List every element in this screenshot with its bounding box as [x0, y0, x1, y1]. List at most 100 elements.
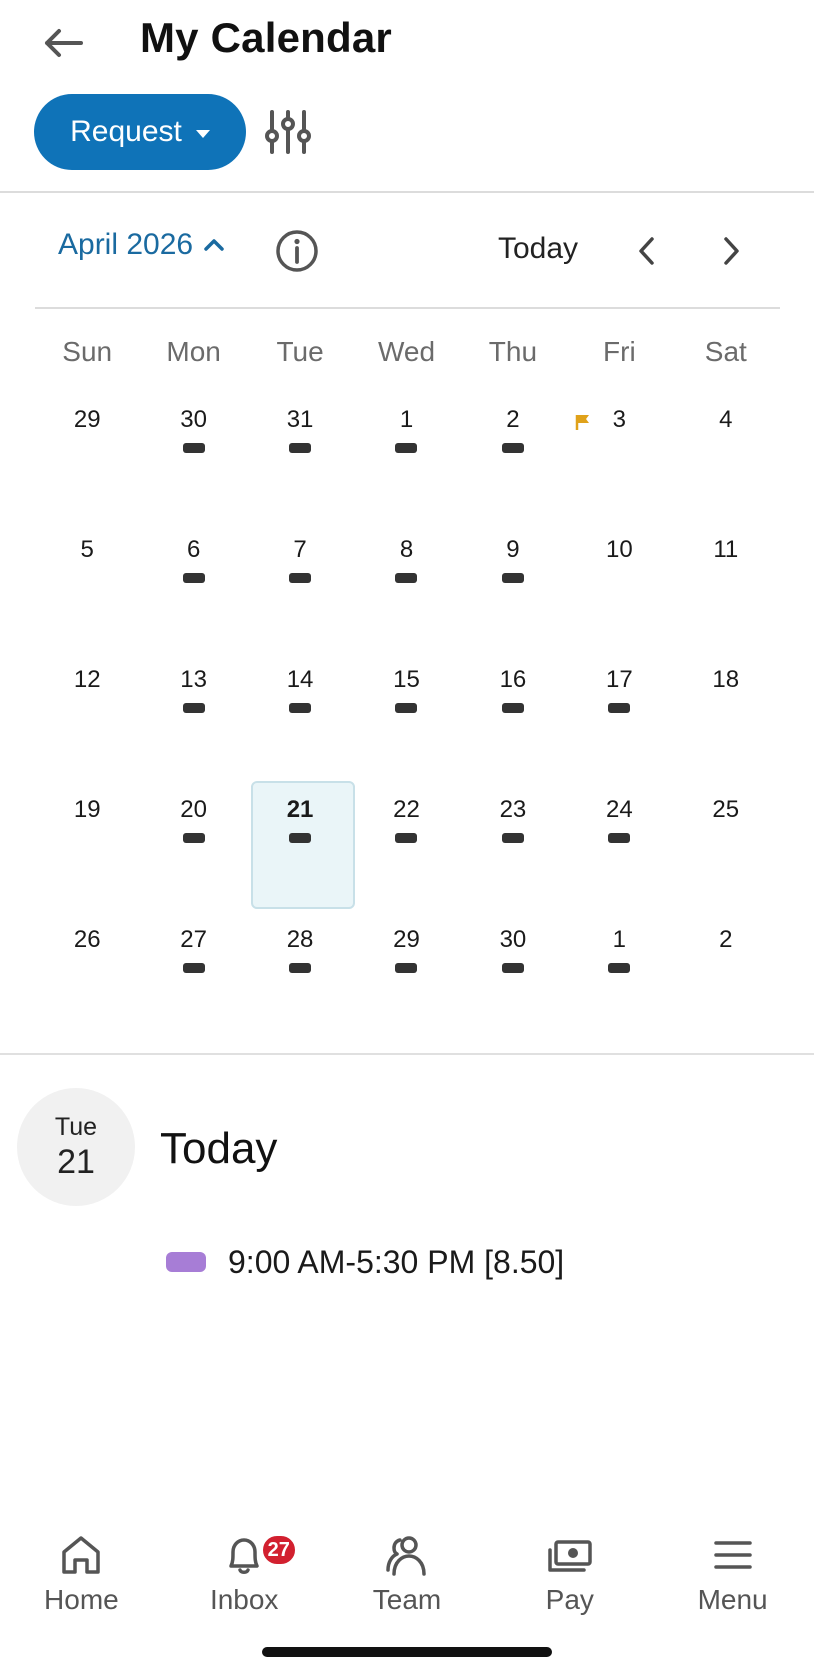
nav-team-label: Team — [372, 1584, 442, 1615]
inbox-unread-badge: 27 — [260, 1534, 297, 1566]
calendar-day-number: 29 — [393, 926, 420, 953]
home-icon — [62, 1536, 101, 1574]
weekday-label: Mon — [166, 336, 221, 367]
calendar-day-number: 21 — [286, 796, 314, 823]
arrow-left-icon — [45, 29, 83, 57]
weekday-label: Sat — [704, 336, 747, 367]
shift-entry[interactable]: 9:00 AM-5:30 PM [8.50] — [166, 1242, 564, 1282]
calendar-day-number: 3 — [612, 406, 627, 433]
calendar-day[interactable]: 16 — [460, 653, 566, 783]
calendar-day[interactable]: 28 — [247, 913, 353, 1043]
calendar-day[interactable]: 3 — [566, 393, 672, 523]
calendar-day[interactable]: 8 — [353, 523, 459, 653]
info-icon — [276, 230, 318, 272]
calendar-day[interactable]: 20 — [140, 783, 246, 913]
nav-pay[interactable]: Pay — [488, 1520, 651, 1630]
calendar-day[interactable]: 17 — [566, 653, 672, 783]
nav-menu[interactable]: Menu — [651, 1520, 814, 1630]
calendar-day[interactable]: 29 — [34, 393, 140, 523]
calendar-day-number: 2 — [506, 406, 520, 433]
calendar-day[interactable]: 1 — [566, 913, 672, 1043]
calendar-day[interactable]: 22 — [353, 783, 459, 913]
calendar-day[interactable]: 25 — [673, 783, 779, 913]
calendar-day[interactable]: 26 — [34, 913, 140, 1043]
shift-marker — [182, 833, 205, 843]
selected-date-heading: Today — [160, 1124, 278, 1173]
calendar-day-number: 17 — [606, 666, 633, 693]
calendar-day[interactable]: 11 — [673, 523, 779, 653]
nav-menu-label: Menu — [697, 1584, 768, 1615]
nav-team[interactable]: Team — [326, 1520, 489, 1630]
calendar-day-number: 6 — [186, 536, 201, 563]
month-picker-toggle[interactable]: April 2026 — [58, 228, 225, 262]
calendar-day[interactable]: 15 — [353, 653, 459, 783]
calendar-day[interactable]: 6 — [140, 523, 246, 653]
shift-marker — [395, 963, 418, 973]
calendar-day-number: 30 — [180, 406, 207, 433]
calendar-day[interactable]: 12 — [34, 653, 140, 783]
calendar-day-number: 19 — [73, 796, 101, 823]
calendar-day-number: 15 — [393, 666, 420, 693]
calendar-day[interactable]: 23 — [460, 783, 566, 913]
weekday-label: Fri — [603, 336, 636, 367]
toolbar: Request — [0, 94, 814, 170]
calendar-day[interactable]: 19 — [34, 783, 140, 913]
shift-marker — [289, 573, 312, 583]
selected-date-badge: Tue 21 — [17, 1088, 135, 1206]
calendar-day[interactable]: 30 — [140, 393, 246, 523]
calendar-day[interactable]: 4 — [673, 393, 779, 523]
calendar-day-number: 24 — [606, 796, 633, 823]
filter-button[interactable] — [262, 106, 314, 158]
shift-marker — [501, 703, 524, 713]
selected-date-day: 21 — [57, 1143, 95, 1181]
calendar-day[interactable]: 5 — [34, 523, 140, 653]
back-button[interactable] — [38, 18, 88, 68]
shift-marker — [501, 963, 524, 973]
nav-inbox-label: Inbox — [209, 1584, 279, 1615]
calendar-day[interactable]: 9 — [460, 523, 566, 653]
calendar-day-number: 23 — [499, 796, 527, 823]
calendar-day[interactable]: 24 — [566, 783, 672, 913]
shift-marker — [182, 443, 205, 453]
menu-icon — [713, 1541, 752, 1569]
nav-pay-label: Pay — [545, 1584, 594, 1615]
calendar-day[interactable]: 10 — [566, 523, 672, 653]
divider — [0, 1053, 814, 1055]
shift-marker — [395, 573, 418, 583]
nav-inbox[interactable]: 27 Inbox — [163, 1520, 326, 1630]
divider — [0, 191, 814, 193]
selected-date-weekday: Tue — [54, 1113, 98, 1141]
shift-marker — [608, 963, 631, 973]
calendar-day[interactable]: 2 — [460, 393, 566, 523]
info-button[interactable] — [274, 228, 320, 274]
calendar-day[interactable]: 29 — [353, 913, 459, 1043]
nav-home[interactable]: Home — [0, 1520, 163, 1630]
calendar-day[interactable]: 31 — [247, 393, 353, 523]
calendar-day-number: 5 — [80, 536, 94, 563]
calendar-day[interactable]: 2 — [673, 913, 779, 1043]
shift-marker — [182, 703, 205, 713]
shift-marker — [395, 443, 418, 453]
calendar-day-number: 22 — [393, 796, 420, 823]
calendar-day[interactable]: 1 — [353, 393, 459, 523]
calendar-day-selected[interactable]: 21 — [247, 781, 355, 913]
today-button[interactable]: Today — [498, 232, 578, 266]
calendar-day[interactable]: 27 — [140, 913, 246, 1043]
calendar-day[interactable]: 7 — [247, 523, 353, 653]
calendar-day[interactable]: 30 — [460, 913, 566, 1043]
next-month-button[interactable] — [714, 228, 748, 274]
calendar-day-number: 9 — [506, 536, 520, 563]
calendar-day-number: 18 — [712, 666, 740, 693]
calendar-day[interactable]: 14 — [247, 653, 353, 783]
shift-marker — [608, 833, 631, 843]
calendar-day-number: 29 — [73, 406, 101, 433]
previous-month-button[interactable] — [630, 228, 664, 274]
request-dropdown-button[interactable]: Request — [34, 94, 246, 170]
calendar-day[interactable]: 13 — [140, 653, 246, 783]
calendar-day[interactable]: 18 — [673, 653, 779, 783]
calendar-grid: 29 30 31 1 2 3 4 5 6 7 8 9 10 11 12 13 14 15 16 17 18 19 20 21 2… — [34, 393, 779, 1043]
bottom-nav: Home 27 Inbox Team Pay Menu — [0, 1520, 814, 1630]
calendar-day-number: 25 — [712, 796, 740, 823]
shift-time: 9:00 AM-5:30 PM [8.50] — [228, 1243, 565, 1280]
calendar-day-number: 20 — [180, 796, 207, 823]
